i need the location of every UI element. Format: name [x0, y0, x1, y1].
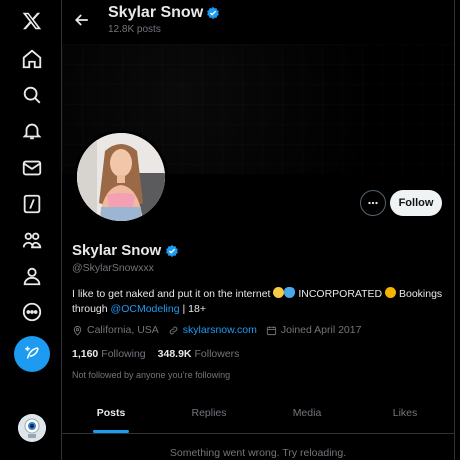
header-name: Skylar Snow [108, 4, 204, 21]
profile-header-bar: Skylar Snow 12.8K posts [62, 0, 454, 44]
location-text: California, USA [87, 324, 159, 336]
following-count: 1,160 [72, 348, 99, 360]
website-item: skylarsnow.com [168, 324, 257, 336]
bio-text-4: | 18+ [182, 303, 206, 315]
followers-label: Followers [194, 348, 240, 360]
profile-handle: @SkylarSnowxxx [72, 262, 154, 274]
profile-name: Skylar Snow [72, 242, 179, 259]
profile-bio: I like to get naked and put it on the in… [72, 287, 444, 317]
profile-column: Skylar Snow 12.8K posts Follow Skylar Sn… [62, 0, 454, 460]
profile-meta: California, USA skylarsnow.com Joined Ap… [72, 324, 370, 336]
profile-icon[interactable] [13, 257, 51, 295]
sidebar [0, 0, 62, 460]
calendar-icon [266, 325, 276, 335]
feather-plus-icon [25, 346, 39, 359]
follow-button[interactable]: Follow [390, 190, 442, 216]
mail-icon[interactable] [13, 149, 51, 187]
post-count: 12.8K posts [108, 24, 161, 35]
sweat-droplets-emoji-icon [284, 287, 296, 298]
more-dots-icon [368, 201, 378, 205]
profile-avatar[interactable] [74, 130, 168, 224]
grok-icon[interactable] [13, 185, 51, 223]
not-followed-note: Not followed by anyone you’re following [72, 370, 231, 380]
bell-icon[interactable] [13, 112, 51, 150]
account-avatar[interactable] [18, 414, 46, 442]
more-circle-icon[interactable] [13, 293, 51, 331]
home-icon[interactable] [13, 40, 51, 78]
profile-tabs: Posts Replies Media Likes [62, 392, 454, 434]
verified-badge-icon [166, 244, 179, 257]
following-label: Following [101, 348, 146, 360]
x-logo-icon[interactable] [13, 2, 51, 40]
tab-replies[interactable]: Replies [160, 392, 258, 433]
followers-count: 348.9K [157, 348, 192, 360]
joined-text: Joined April 2017 [280, 324, 362, 336]
following-link[interactable]: 1,160 Following [72, 348, 146, 360]
tab-likes[interactable]: Likes [356, 392, 454, 433]
header-title: Skylar Snow [108, 4, 220, 22]
bio-text-1: I like to get naked and put it on the in… [72, 288, 271, 300]
search-icon[interactable] [13, 76, 51, 114]
link-icon [169, 326, 178, 334]
error-message: Something went wrong. Try reloading. [169, 447, 347, 459]
follow-counts: 1,160 Following 348.9K Followers [72, 348, 239, 360]
followers-link[interactable]: 348.9K Followers [158, 348, 240, 360]
halo-smile-emoji-icon [273, 287, 285, 298]
bio-mention-link[interactable]: @OCModeling [111, 303, 180, 315]
more-options-button[interactable] [360, 190, 386, 216]
display-name: Skylar Snow [72, 242, 162, 259]
compose-post-button[interactable] [14, 336, 50, 372]
money-bag-emoji-icon [385, 287, 397, 298]
back-arrow-icon[interactable] [72, 10, 92, 30]
column-divider [454, 0, 455, 460]
bio-text-2: INCORPORATED [298, 288, 383, 300]
communities-icon[interactable] [13, 221, 51, 259]
website-link[interactable]: skylarsnow.com [183, 324, 257, 336]
verified-badge-icon [207, 6, 220, 20]
location-item: California, USA [72, 324, 159, 336]
joined-item: Joined April 2017 [266, 324, 362, 336]
tab-posts[interactable]: Posts [62, 392, 160, 433]
tab-media[interactable]: Media [258, 392, 356, 433]
location-pin-icon [73, 325, 82, 336]
